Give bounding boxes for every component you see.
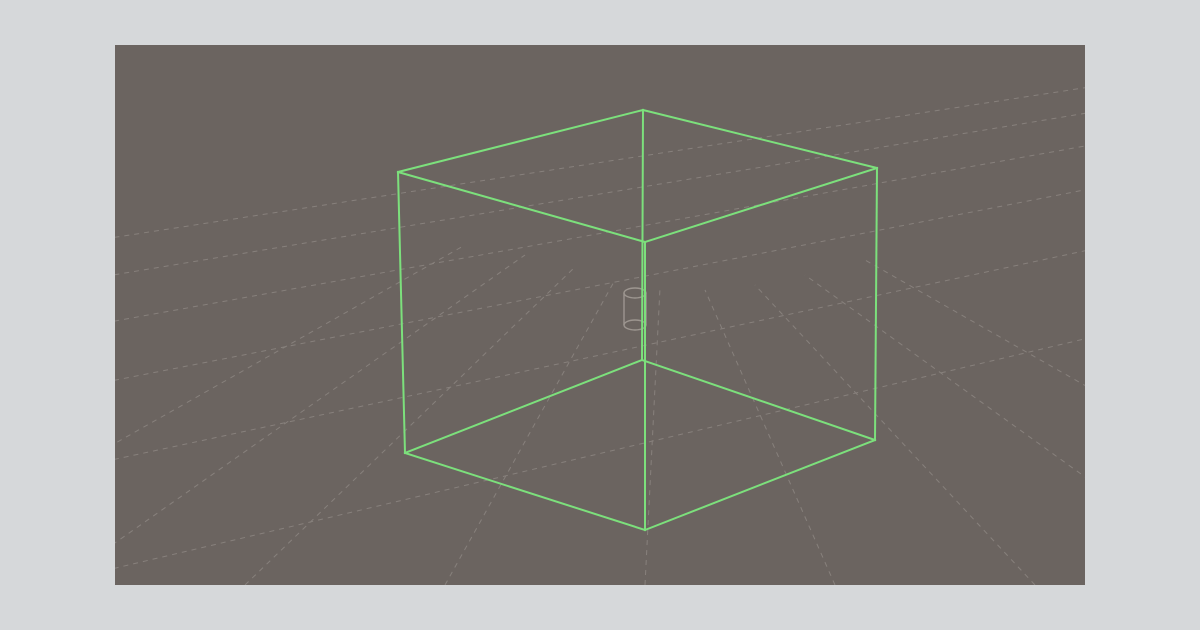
floor-grid <box>115 80 1085 585</box>
scene-canvas[interactable] <box>115 45 1085 585</box>
3d-viewport[interactable] <box>115 45 1085 585</box>
